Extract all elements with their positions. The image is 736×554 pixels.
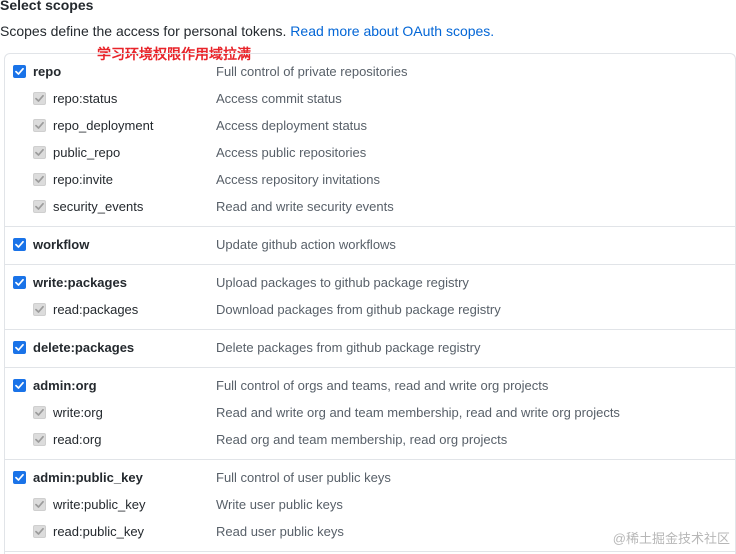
- scope-description: Access public repositories: [216, 145, 367, 160]
- scope-group-4: admin:org Full control of orgs and teams,…: [5, 368, 735, 460]
- sub-scope-checkbox: [33, 92, 46, 105]
- scope-group-2: write:packages Upload packages to github …: [5, 265, 735, 330]
- page-title: Select scopes: [0, 0, 94, 13]
- scope-name: public_repo: [53, 145, 121, 160]
- scope-name: repo:status: [53, 91, 118, 106]
- scope-description: Access deployment status: [216, 118, 368, 133]
- scope-description: Access commit status: [216, 91, 342, 106]
- scopes-description: Scopes define the access for personal to…: [0, 23, 494, 39]
- watermark: @稀土掘金技术社区: [612, 531, 730, 546]
- scope-name: admin:org: [33, 378, 97, 393]
- sub-scope-row: read:packages Download packages from gith…: [5, 297, 735, 324]
- sub-scope-row: public_repo Access public repositories: [5, 140, 735, 167]
- scope-row: delete:packages Delete packages from gith…: [5, 335, 735, 362]
- sub-scope-checkbox: [33, 498, 46, 511]
- scope-checkbox[interactable]: [13, 65, 26, 78]
- scope-row: admin:public_key Full control of user pub…: [5, 465, 735, 492]
- sub-scope-checkbox: [33, 525, 46, 538]
- scope-description: Read org and team membership, read org p…: [216, 432, 508, 447]
- scope-row: admin:org Full control of orgs and teams,…: [5, 373, 735, 400]
- description-text: Scopes define the access for personal to…: [0, 23, 287, 39]
- scope-description: Access repository invitations: [216, 172, 381, 187]
- scope-description: Read and write security events: [216, 199, 394, 214]
- scope-name: repo_deployment: [53, 118, 154, 133]
- scope-name: delete:packages: [33, 340, 135, 355]
- scope-name: security_events: [53, 199, 144, 214]
- scope-row: workflow Update github action workflows: [5, 232, 735, 259]
- sub-scope-checkbox: [33, 119, 46, 132]
- scope-name: write:packages: [33, 275, 127, 290]
- scope-description: Download packages from github package re…: [216, 302, 501, 317]
- sub-scope-row: read:org Read org and team membership, re…: [5, 427, 735, 454]
- scope-name: workflow: [33, 237, 90, 252]
- scope-checkbox[interactable]: [13, 471, 26, 484]
- sub-scope-checkbox: [33, 303, 46, 316]
- scope-description: Read user public keys: [216, 524, 344, 539]
- sub-scope-checkbox: [33, 200, 46, 213]
- scope-checkbox[interactable]: [13, 276, 26, 289]
- scope-name: write:org: [53, 405, 103, 420]
- sub-scope-row: write:public_key Write user public keys: [5, 492, 735, 519]
- scope-group-0: repo Full control of private repositories…: [5, 54, 735, 227]
- sub-scope-row: write:org Read and write org and team mem…: [5, 400, 735, 427]
- scope-checkbox[interactable]: [13, 238, 26, 251]
- scope-name: read:org: [53, 432, 102, 447]
- sub-scope-row: repo:invite Access repository invitations: [5, 167, 735, 194]
- scope-checkbox[interactable]: [13, 341, 26, 354]
- sub-scope-row: repo_deployment Access deployment status: [5, 113, 735, 140]
- scope-description: Write user public keys: [216, 497, 343, 512]
- scope-description: Full control of user public keys: [216, 470, 391, 485]
- scope-group-3: delete:packages Delete packages from gith…: [5, 330, 735, 368]
- scopes-list: repo Full control of private repositories…: [4, 53, 736, 554]
- sub-scope-checkbox: [33, 146, 46, 159]
- scope-description: Full control of orgs and teams, read and…: [216, 378, 549, 393]
- scope-name: read:packages: [53, 302, 139, 317]
- sub-scope-checkbox: [33, 433, 46, 446]
- scope-name: read:public_key: [53, 524, 145, 539]
- scope-description: Read and write org and team membership, …: [216, 405, 620, 420]
- sub-scope-checkbox: [33, 406, 46, 419]
- scope-name: write:public_key: [53, 497, 146, 512]
- oauth-scopes-link[interactable]: Read more about OAuth scopes.: [290, 23, 494, 39]
- scope-description: Full control of private repositories: [216, 64, 408, 79]
- scope-row: write:packages Upload packages to github …: [5, 270, 735, 297]
- scope-name: admin:public_key: [33, 470, 143, 485]
- scope-description: Update github action workflows: [216, 237, 396, 252]
- scope-group-1: workflow Update github action workflows: [5, 227, 735, 265]
- scope-description: Upload packages to github package regist…: [216, 275, 469, 290]
- sub-scope-row: repo:status Access commit status: [5, 86, 735, 113]
- scope-name: repo: [33, 64, 62, 79]
- scope-checkbox[interactable]: [13, 379, 26, 392]
- scope-row: repo Full control of private repositories: [5, 59, 735, 86]
- scope-description: Delete packages from github package regi…: [216, 340, 481, 355]
- sub-scope-row: security_events Read and write security e…: [5, 194, 735, 221]
- scope-name: repo:invite: [53, 172, 113, 187]
- sub-scope-checkbox: [33, 173, 46, 186]
